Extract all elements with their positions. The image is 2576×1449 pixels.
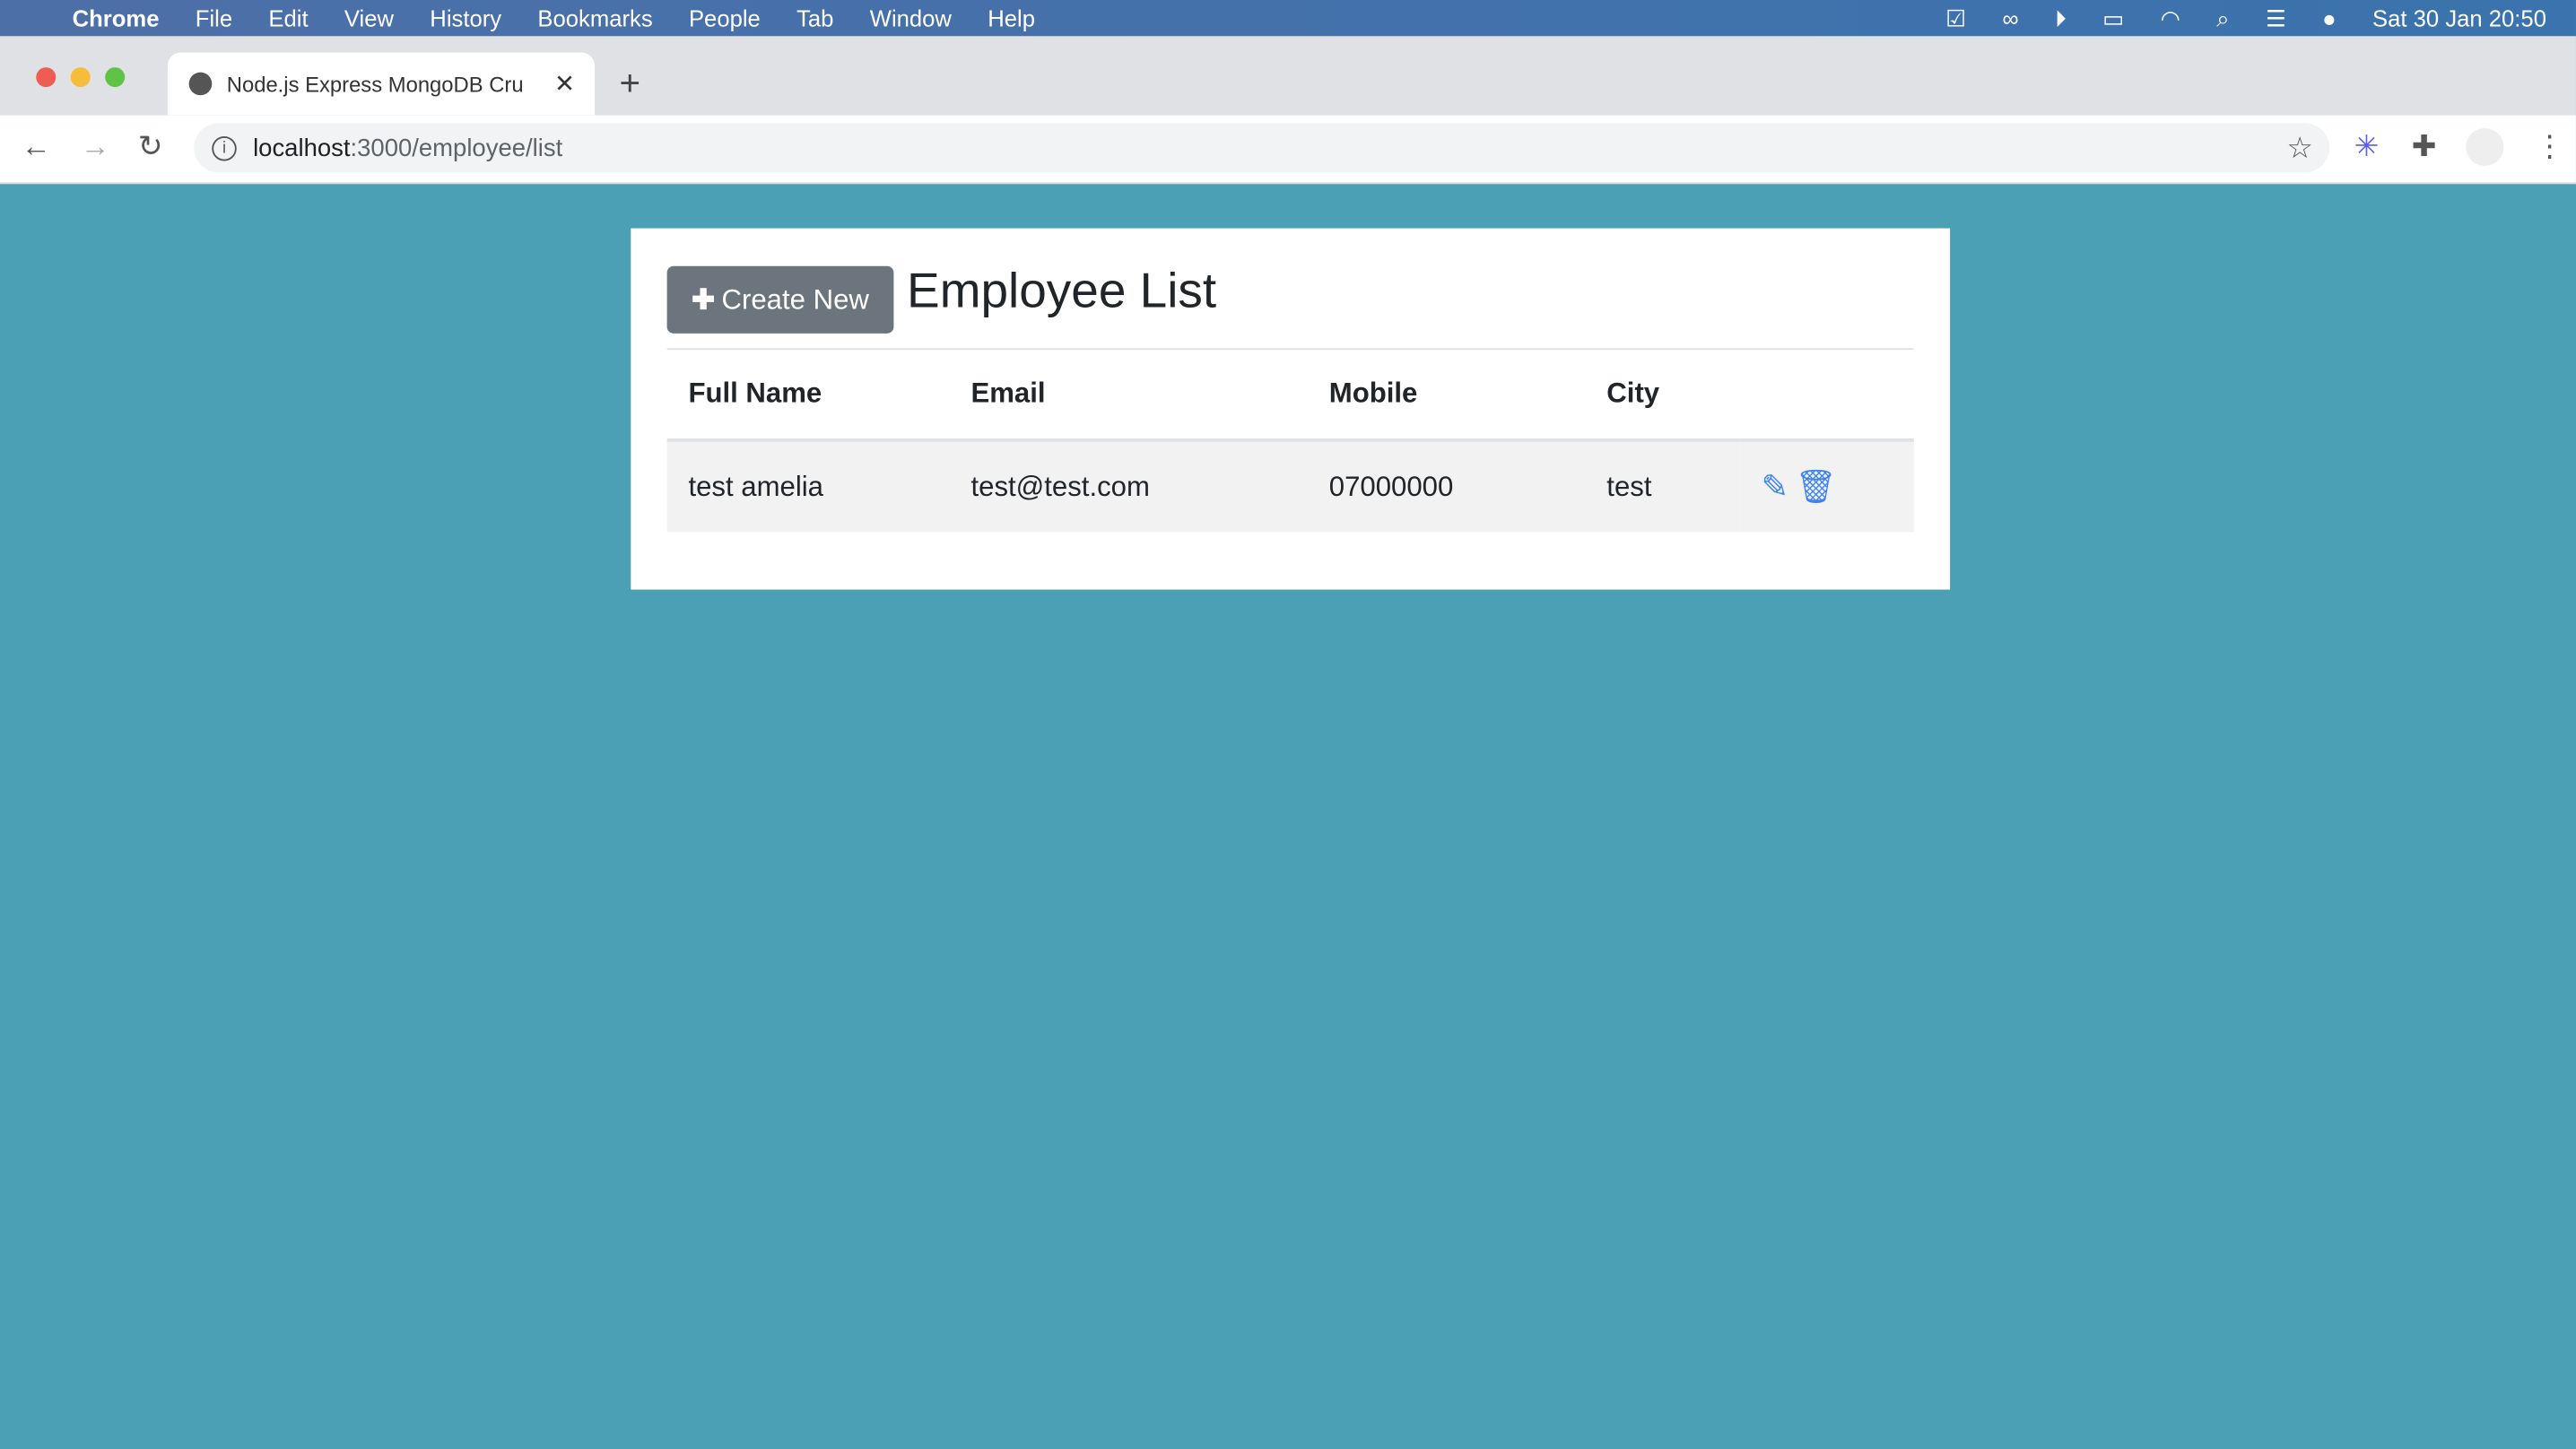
cell-actions: ✎ 🗑 xyxy=(1739,439,1914,533)
edit-pencil-icon[interactable]: ✎ xyxy=(1761,466,1788,508)
menu-help[interactable]: Help xyxy=(988,4,1035,30)
control-center-icon[interactable]: ☰ xyxy=(2266,4,2286,32)
active-tab[interactable]: Node.js Express MongoDB Cru ✕ xyxy=(167,52,596,116)
column-city: City xyxy=(1585,350,1740,442)
spotlight-search-icon[interactable]: ⌕ xyxy=(2216,4,2229,32)
macos-menubar: Chrome File Edit View History Bookmarks … xyxy=(0,0,2576,37)
battery-icon[interactable]: ▭ xyxy=(2102,4,2124,32)
play-icon[interactable]: ⏵ xyxy=(2055,4,2067,32)
url-host: localhost xyxy=(253,134,351,162)
clock[interactable]: Sat 30 Jan 20:50 xyxy=(2372,4,2546,30)
extensions-puzzle-icon[interactable]: ✚ xyxy=(2412,130,2437,164)
info-icon[interactable]: i xyxy=(212,135,237,161)
menu-bookmarks[interactable]: Bookmarks xyxy=(537,4,652,30)
menu-file[interactable]: File xyxy=(196,4,232,30)
creative-cloud-icon[interactable]: ∞ xyxy=(2002,4,2018,30)
column-full-name: Full Name xyxy=(666,350,950,442)
cell-name: test amelia xyxy=(666,439,950,533)
menu-people[interactable]: People xyxy=(689,4,761,30)
table-row: test amelia test@test.com 07000000 test … xyxy=(666,439,1914,533)
menu-tab[interactable]: Tab xyxy=(796,4,833,30)
cell-city: test xyxy=(1585,439,1740,533)
back-icon[interactable]: ← xyxy=(22,130,51,164)
url-path: :3000/employee/list xyxy=(350,134,563,162)
new-tab-button[interactable]: + xyxy=(620,63,641,106)
menu-history[interactable]: History xyxy=(430,4,501,30)
plus-icon: ✚ xyxy=(692,282,716,315)
wifi-icon[interactable]: ◠ xyxy=(2161,4,2180,32)
cell-mobile: 07000000 xyxy=(1307,439,1586,533)
column-actions xyxy=(1739,350,1914,442)
close-window-button[interactable] xyxy=(36,67,57,88)
cell-email: test@test.com xyxy=(949,439,1308,533)
tab-strip: Node.js Express MongoDB Cru ✕ + xyxy=(0,36,2576,116)
employee-card: ✚ Create New Employee List Full Name Ema… xyxy=(631,228,1951,590)
delete-trash-icon[interactable]: 🗑 xyxy=(1796,466,1838,508)
forward-icon[interactable]: → xyxy=(81,130,110,164)
table-header: Full Name Email Mobile City xyxy=(666,350,1914,442)
menu-window[interactable]: Window xyxy=(870,4,952,30)
reload-icon[interactable]: ↻ xyxy=(138,130,163,164)
create-new-button[interactable]: ✚ Create New xyxy=(666,265,894,334)
profile-avatar[interactable] xyxy=(2466,127,2504,166)
globe-icon xyxy=(188,72,213,96)
minimize-window-button[interactable] xyxy=(70,67,91,88)
checkmark-app-icon[interactable]: ☑ xyxy=(1945,4,1966,32)
tab-title: Node.js Express MongoDB Cru xyxy=(226,71,524,97)
maximize-window-button[interactable] xyxy=(105,67,126,88)
extension-asterisk-icon[interactable]: ✳ xyxy=(2354,130,2380,164)
address-bar[interactable]: i localhost:3000/employee/list ☆ xyxy=(194,123,2330,173)
page-title: Employee List xyxy=(907,264,1217,319)
menu-view[interactable]: View xyxy=(344,4,394,30)
employee-table: Full Name Email Mobile City test amelia … xyxy=(666,350,1914,533)
create-new-label: Create New xyxy=(721,282,869,315)
browser-toolbar: ← → ↻ i localhost:3000/employee/list ☆ ✳… xyxy=(0,115,2576,185)
column-email: Email xyxy=(949,350,1308,442)
menu-app[interactable]: Chrome xyxy=(73,4,160,30)
more-menu-icon[interactable]: ⋮ xyxy=(2535,130,2564,164)
column-mobile: Mobile xyxy=(1307,350,1586,442)
siri-icon[interactable]: ● xyxy=(2322,4,2337,30)
bookmark-star-icon[interactable]: ☆ xyxy=(2286,131,2313,165)
close-tab-icon[interactable]: ✕ xyxy=(554,69,575,99)
menu-edit[interactable]: Edit xyxy=(268,4,308,30)
